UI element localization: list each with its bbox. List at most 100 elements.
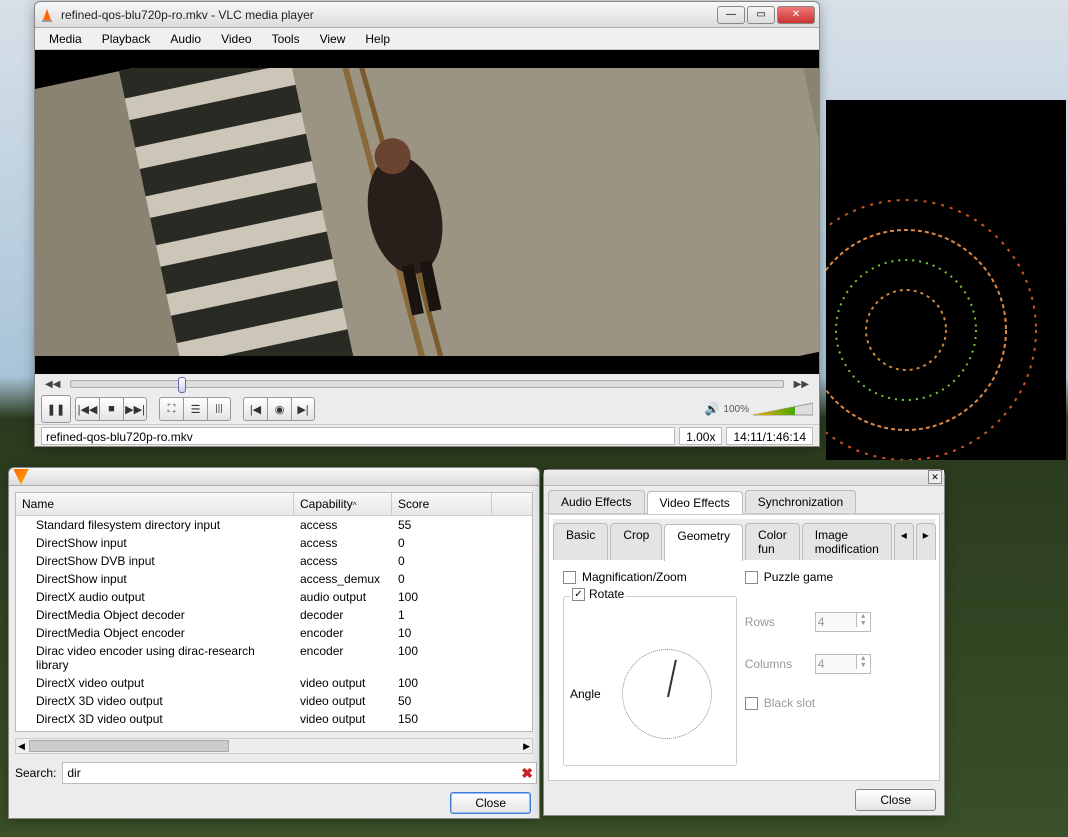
- frame-back-button[interactable]: |◀: [243, 397, 267, 421]
- menu-audio[interactable]: Audio: [160, 30, 211, 48]
- search-label: Search:: [15, 766, 56, 780]
- tab-scroll-right[interactable]: ▸: [916, 523, 936, 560]
- menu-help[interactable]: Help: [355, 30, 400, 48]
- vlc-titlebar[interactable]: refined-qos-blu720p-ro.mkv - VLC media p…: [35, 2, 819, 28]
- tab-crop[interactable]: Crop: [610, 523, 662, 560]
- rotate-fieldset: ✓ Rotate Angle: [563, 596, 737, 766]
- scrollbar-thumb[interactable]: [29, 740, 229, 752]
- close-button[interactable]: ✕: [777, 6, 815, 24]
- table-row[interactable]: Standard filesystem directory inputacces…: [16, 516, 532, 534]
- pause-button[interactable]: ❚❚: [41, 395, 71, 423]
- magzoom-checkbox[interactable]: [563, 571, 576, 584]
- close-button[interactable]: Close: [855, 789, 936, 811]
- menu-view[interactable]: View: [310, 30, 356, 48]
- table-row[interactable]: Dirac video encoder using dirac-research…: [16, 642, 532, 674]
- tab-color-fun[interactable]: Color fun: [745, 523, 800, 560]
- cols-spinner[interactable]: ▲▼: [815, 654, 871, 674]
- tab-geometry[interactable]: Geometry: [664, 524, 743, 561]
- fullscreen-button[interactable]: ⛶: [159, 397, 183, 421]
- table-body[interactable]: Standard filesystem directory inputacces…: [16, 516, 532, 728]
- cell-capability: video output: [294, 710, 392, 728]
- effects-titlebar[interactable]: ✕: [544, 470, 944, 486]
- tab-image-modification[interactable]: Image modification: [802, 523, 892, 560]
- menu-video[interactable]: Video: [211, 30, 261, 48]
- table-row[interactable]: DirectShow inputaccess0: [16, 534, 532, 552]
- col-capability[interactable]: Capability^: [294, 493, 392, 515]
- table-row[interactable]: DirectShow DVB inputaccess0: [16, 552, 532, 570]
- spin-up-icon[interactable]: ▲: [856, 655, 870, 662]
- tab-synchronization[interactable]: Synchronization: [745, 490, 856, 513]
- frame-fwd-button[interactable]: ▶|: [291, 397, 315, 421]
- spin-up-icon[interactable]: ▲: [856, 613, 870, 620]
- seek-back-icon[interactable]: ◀◀: [41, 379, 64, 390]
- search-input[interactable]: [62, 762, 537, 784]
- clear-search-icon[interactable]: ✖: [521, 765, 533, 782]
- scroll-right-icon[interactable]: ▶: [521, 741, 532, 752]
- background-visualizer-window: [826, 100, 1066, 460]
- rows-input[interactable]: [816, 613, 856, 631]
- cell-score: 0: [392, 570, 492, 588]
- tab-basic[interactable]: Basic: [553, 523, 608, 560]
- table-row[interactable]: DirectX 3D video outputvideo output150: [16, 710, 532, 728]
- col-score[interactable]: Score: [392, 493, 492, 515]
- angle-dial[interactable]: [622, 649, 712, 739]
- volume-label: 100%: [723, 404, 749, 415]
- tab-audio-effects[interactable]: Audio Effects: [548, 490, 645, 513]
- sub-tabs: Basic Crop Geometry Color fun Image modi…: [553, 519, 935, 560]
- plugins-table: Name Capability^ Score Standard filesyst…: [15, 492, 533, 732]
- speaker-icon[interactable]: 🔊: [704, 402, 719, 416]
- playback-controls: ❚❚ |◀◀ ■ ▶▶| ⛶ ☰ ꔖ |◀ ◉ ▶| 🔊 100%: [35, 394, 819, 424]
- main-menubar: Media Playback Audio Video Tools View He…: [35, 28, 819, 50]
- rotate-checkbox[interactable]: ✓: [572, 588, 585, 601]
- tab-video-effects[interactable]: Video Effects: [647, 491, 743, 514]
- cell-score: 150: [392, 710, 492, 728]
- menu-tools[interactable]: Tools: [262, 30, 310, 48]
- volume-slider[interactable]: [753, 401, 813, 417]
- blackslot-checkbox[interactable]: [745, 697, 758, 710]
- cell-score: 10: [392, 624, 492, 642]
- stop-button[interactable]: ■: [99, 397, 123, 421]
- cell-score: 100: [392, 588, 492, 606]
- speed-box[interactable]: 1.00x: [679, 427, 722, 445]
- close-icon[interactable]: ✕: [928, 470, 942, 484]
- cell-name: DirectMedia Object encoder: [16, 624, 294, 642]
- next-track-button[interactable]: ▶▶|: [123, 397, 147, 421]
- table-row[interactable]: DirectX video outputvideo output100: [16, 674, 532, 692]
- cell-score: 0: [392, 552, 492, 570]
- table-row[interactable]: DirectMedia Object decoderdecoder1: [16, 606, 532, 624]
- spin-down-icon[interactable]: ▼: [856, 620, 870, 627]
- video-canvas[interactable]: [35, 50, 819, 374]
- rows-spinner[interactable]: ▲▼: [815, 612, 871, 632]
- col-name[interactable]: Name: [16, 493, 294, 515]
- table-row[interactable]: DirectX audio outputaudio output100: [16, 588, 532, 606]
- tab-scroll-left[interactable]: ◂: [894, 523, 914, 560]
- cell-capability: access_demux: [294, 570, 392, 588]
- seek-thumb[interactable]: [178, 377, 186, 393]
- seek-fwd-icon[interactable]: ▶▶: [790, 379, 813, 390]
- rows-label: Rows: [745, 615, 815, 629]
- table-row[interactable]: DirectShow inputaccess_demux0: [16, 570, 532, 588]
- horizontal-scrollbar[interactable]: ◀ ▶: [15, 738, 533, 754]
- plugins-titlebar[interactable]: [9, 468, 539, 486]
- cell-capability: access: [294, 516, 392, 534]
- menu-playback[interactable]: Playback: [92, 30, 161, 48]
- minimize-button[interactable]: —: [717, 6, 745, 24]
- cell-score: 100: [392, 642, 492, 674]
- seek-slider[interactable]: [70, 380, 783, 388]
- spin-down-icon[interactable]: ▼: [856, 662, 870, 669]
- settings-button[interactable]: ꔖ: [207, 397, 231, 421]
- table-row[interactable]: DirectMedia Object encoderencoder10: [16, 624, 532, 642]
- record-button[interactable]: ◉: [267, 397, 291, 421]
- close-button[interactable]: Close: [450, 792, 531, 814]
- time-box: 14:11/1:46:14: [726, 427, 813, 445]
- scroll-left-icon[interactable]: ◀: [16, 741, 27, 752]
- filename-field[interactable]: refined-qos-blu720p-ro.mkv: [41, 427, 675, 445]
- cell-capability: encoder: [294, 624, 392, 642]
- playlist-button[interactable]: ☰: [183, 397, 207, 421]
- maximize-button[interactable]: ▭: [747, 6, 775, 24]
- puzzle-checkbox[interactable]: [745, 571, 758, 584]
- cols-input[interactable]: [816, 655, 856, 673]
- table-row[interactable]: DirectX 3D video outputvideo output50: [16, 692, 532, 710]
- prev-track-button[interactable]: |◀◀: [75, 397, 99, 421]
- menu-media[interactable]: Media: [39, 30, 92, 48]
